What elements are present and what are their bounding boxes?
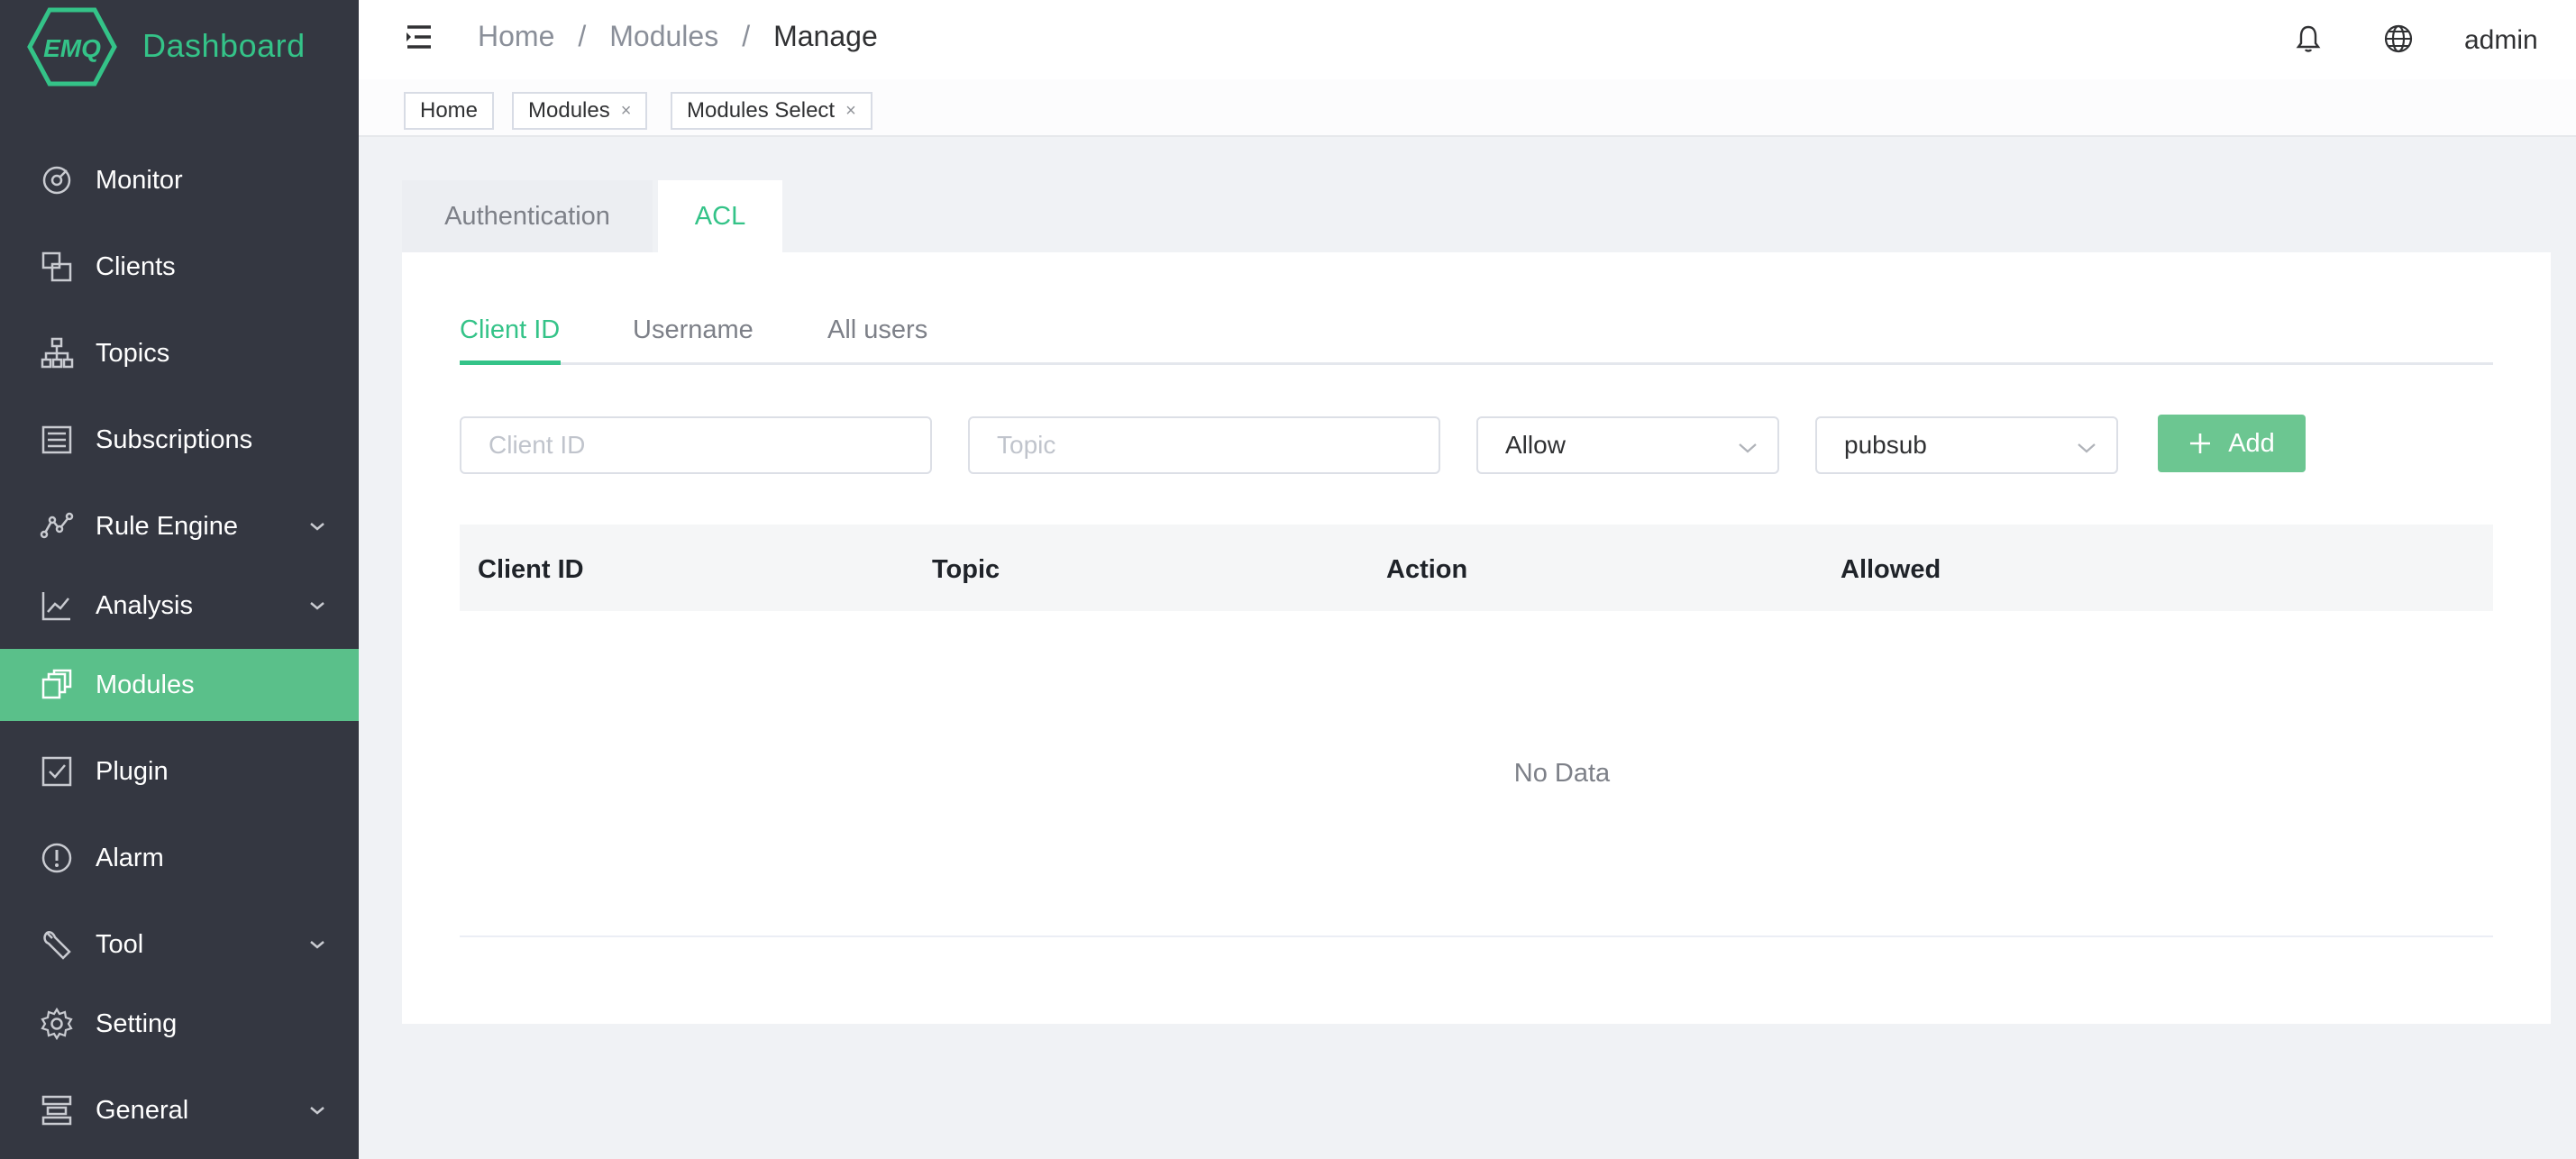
breadcrumb-current: Manage <box>773 20 878 52</box>
chevron-down-icon <box>1739 443 1757 453</box>
action-select[interactable]: pubsub <box>1815 416 2118 474</box>
close-icon[interactable]: × <box>621 101 632 122</box>
sidebar-item-label: Tool <box>96 929 144 959</box>
table-bottom-border <box>460 935 2493 937</box>
chevron-down-icon <box>310 941 324 949</box>
chevron-down-icon <box>310 523 324 531</box>
globe-icon[interactable] <box>2383 23 2414 54</box>
sidebar-item-label: Monitor <box>96 165 183 195</box>
sidebar-item-label: Setting <box>96 1008 178 1038</box>
tag-home[interactable]: Home <box>404 92 495 130</box>
sidebar-item-label: Subscriptions <box>96 424 253 454</box>
rule-engine-icon <box>40 512 74 539</box>
sidebar-item-tool[interactable]: Tool <box>0 908 359 981</box>
menu-collapse-icon[interactable] <box>404 23 434 50</box>
tag-modules[interactable]: Modules × <box>512 92 648 130</box>
tag-label: Home <box>420 98 479 123</box>
sidebar-item-rule-engine[interactable]: Rule Engine <box>0 490 359 562</box>
chevron-down-icon <box>2078 443 2096 453</box>
close-icon[interactable]: × <box>845 101 856 122</box>
tag-label: Modules Select <box>687 98 836 123</box>
tab-authentication[interactable]: Authentication <box>402 180 653 252</box>
sidebar-item-label: General <box>96 1095 189 1125</box>
breadcrumb-separator: / <box>578 20 587 52</box>
user-menu[interactable]: admin <box>2464 25 2538 56</box>
column-header-allowed: Allowed <box>1841 555 1941 584</box>
sidebar-item-label: Clients <box>96 251 176 281</box>
chevron-down-icon <box>310 1107 324 1115</box>
client-id-input[interactable] <box>460 416 932 474</box>
column-header-action: Action <box>1386 555 1468 584</box>
logo-text: EMQ <box>43 34 101 62</box>
breadcrumb: Home / Modules / Manage <box>478 20 878 53</box>
access-select-value: Allow <box>1505 431 1566 459</box>
bell-icon[interactable] <box>2293 23 2324 54</box>
tab-acl[interactable]: ACL <box>658 180 782 252</box>
modules-icon <box>41 669 72 699</box>
general-icon <box>41 1095 72 1126</box>
sidebar-item-topics[interactable]: Topics <box>0 317 359 389</box>
dashboard-icon <box>42 166 71 195</box>
sidebar-item-plugin[interactable]: Plugin <box>0 735 359 808</box>
column-header-topic: Topic <box>932 555 1000 584</box>
sidebar-item-clients[interactable]: Clients <box>0 231 359 303</box>
plugin-icon <box>41 756 72 787</box>
sidebar-item-monitor[interactable]: Monitor <box>0 144 359 216</box>
breadcrumb-modules[interactable]: Modules <box>609 20 718 53</box>
tags-view: Home Modules × Modules Select × <box>359 79 2576 137</box>
tag-label: Modules <box>528 98 610 123</box>
tag-modules-select[interactable]: Modules Select × <box>671 92 872 130</box>
brand[interactable]: EMQ Dashboard <box>0 0 359 92</box>
sidebar-item-label: Plugin <box>96 756 169 786</box>
clients-icon <box>41 251 72 282</box>
sidebar-item-setting[interactable]: Setting <box>0 988 359 1060</box>
add-button-label: Add <box>2228 428 2275 458</box>
topic-input[interactable] <box>968 416 1440 474</box>
sidebar-item-general[interactable]: General <box>0 1074 359 1146</box>
action-select-value: pubsub <box>1844 431 1927 459</box>
tab-all-users[interactable]: All users <box>827 315 927 345</box>
gear-icon <box>41 1007 73 1041</box>
alarm-icon <box>41 843 72 873</box>
empty-table-text: No Data <box>1513 759 1611 788</box>
sidebar-item-label: Alarm <box>96 843 164 872</box>
sidebar-item-analysis[interactable]: Analysis <box>0 570 359 642</box>
analysis-icon <box>41 592 70 621</box>
column-header-client-id: Client ID <box>478 555 584 584</box>
top-header: Home / Modules / Manage admin <box>359 0 2576 79</box>
tabs-divider <box>460 362 2493 365</box>
tab-username[interactable]: Username <box>633 315 754 345</box>
acl-card: Client ID Username All users Allow pubsu… <box>402 252 2551 1024</box>
sidebar-item-label: Rule Engine <box>96 511 238 541</box>
sidebar: EMQ Dashboard Monitor Clients Topics Sub… <box>0 0 359 1159</box>
add-button[interactable]: Add <box>2158 415 2306 472</box>
breadcrumb-home[interactable]: Home <box>478 20 554 53</box>
sidebar-item-label: Analysis <box>96 590 193 620</box>
active-tab-indicator <box>460 360 561 365</box>
sidebar-item-label: Topics <box>96 338 170 368</box>
topics-icon <box>41 337 74 369</box>
sidebar-item-modules[interactable]: Modules <box>0 649 359 721</box>
breadcrumb-separator: / <box>742 20 751 52</box>
tool-icon <box>43 930 71 960</box>
sidebar-item-alarm[interactable]: Alarm <box>0 822 359 894</box>
emq-logo: EMQ <box>27 7 117 87</box>
sidebar-item-subscriptions[interactable]: Subscriptions <box>0 404 359 476</box>
brand-title: Dashboard <box>142 27 306 64</box>
chevron-down-icon <box>310 602 324 610</box>
subscriptions-icon <box>41 425 72 454</box>
tab-client-id[interactable]: Client ID <box>460 315 560 345</box>
table-header: Client ID Topic Action Allowed <box>460 525 2493 611</box>
plus-icon <box>2190 433 2211 453</box>
sidebar-item-label: Modules <box>96 670 195 699</box>
access-select[interactable]: Allow <box>1476 416 1779 474</box>
